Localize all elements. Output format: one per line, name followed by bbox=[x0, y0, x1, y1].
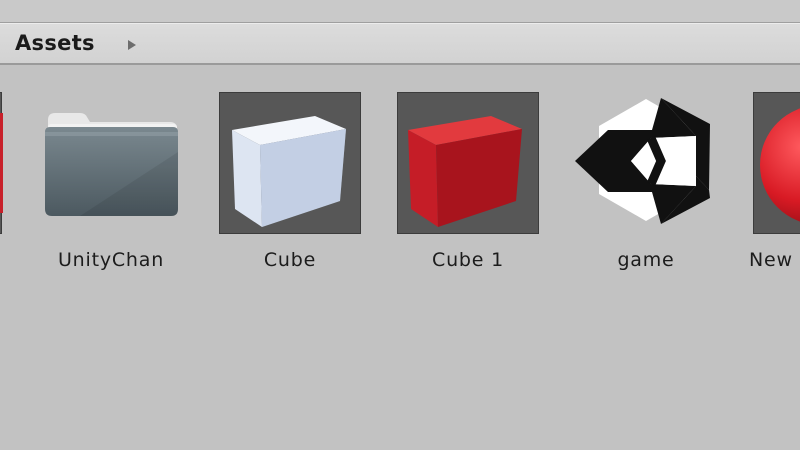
asset-item-game[interactable]: game bbox=[575, 92, 725, 282]
asset-label-new: New bbox=[749, 249, 793, 271]
prefab-cube-white-icon bbox=[219, 92, 361, 234]
asset-item-new[interactable]: New bbox=[749, 92, 800, 282]
folder-icon bbox=[40, 92, 182, 234]
asset-item-unitychan[interactable]: UnityChan bbox=[40, 92, 190, 282]
asset-item-cube[interactable]: Cube bbox=[219, 92, 369, 282]
window-top-edge bbox=[0, 0, 800, 23]
breadcrumb: Assets bbox=[0, 23, 800, 65]
asset-label-game: game bbox=[617, 249, 675, 271]
asset-label-cube: Cube bbox=[263, 249, 317, 271]
breadcrumb-assets[interactable]: Assets bbox=[15, 31, 95, 55]
asset-item-material-left[interactable] bbox=[0, 92, 10, 282]
project-window: Assets UnityChan Cube Cube 1 game New bbox=[0, 0, 800, 450]
prefab-cube-red-icon bbox=[397, 92, 539, 234]
material-red-icon bbox=[0, 92, 3, 234]
asset-label-unitychan: UnityChan bbox=[57, 249, 165, 271]
triangle-right-icon bbox=[128, 40, 136, 50]
asset-label-cube-1: Cube 1 bbox=[432, 249, 504, 271]
asset-item-cube-1[interactable]: Cube 1 bbox=[397, 92, 547, 282]
unity-scene-icon bbox=[575, 92, 717, 234]
asset-grid: UnityChan Cube Cube 1 game New bbox=[0, 65, 800, 450]
material-sphere-red-icon bbox=[753, 92, 800, 234]
